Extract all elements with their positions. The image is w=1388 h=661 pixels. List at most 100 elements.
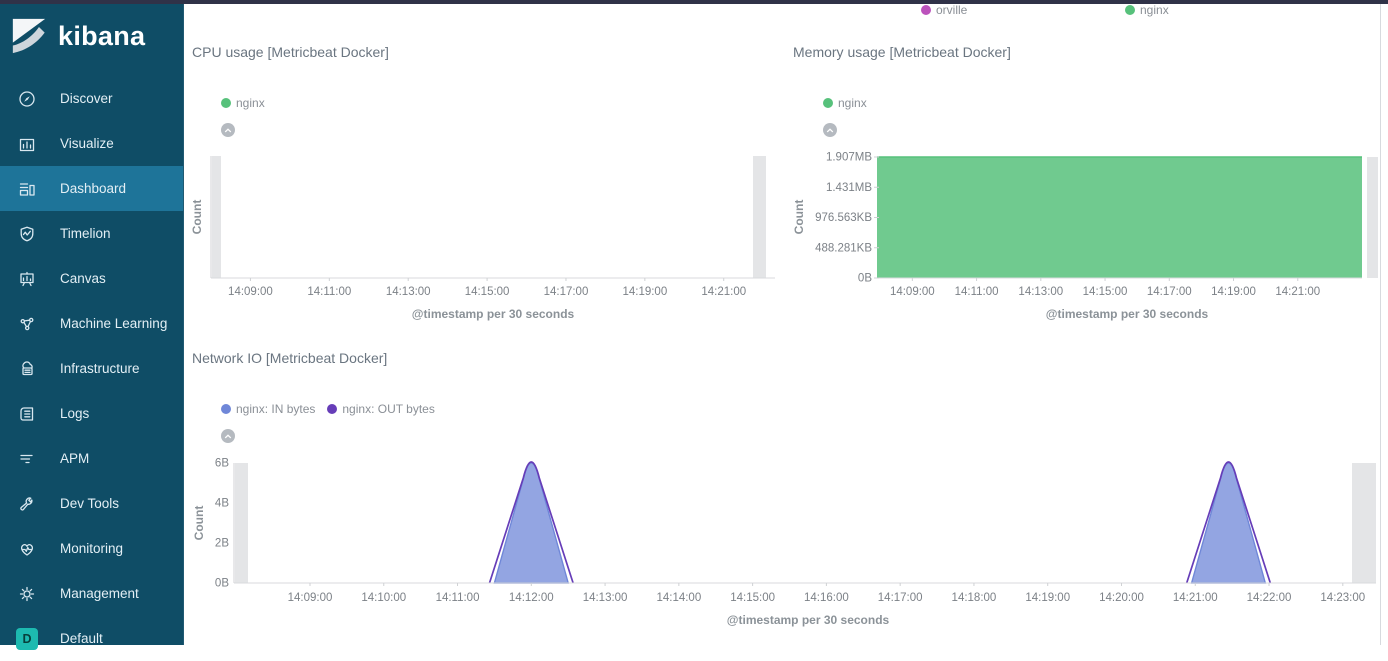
kibana-logo[interactable]: kibana — [0, 0, 183, 56]
cpu-plot-area[interactable] — [211, 156, 775, 278]
legend-color-dot-icon — [221, 98, 231, 108]
scroll-edge-divider — [1380, 4, 1381, 645]
mem-plot-area[interactable] — [877, 157, 1362, 278]
panel-title-memory-usage[interactable]: Memory usage [Metricbeat Docker] — [793, 44, 1011, 60]
apm-lines-icon — [18, 450, 36, 468]
memory-legend: nginx — [823, 96, 867, 110]
net-x-axis-title: @timestamp per 30 seconds — [727, 613, 890, 627]
legend-color-dot-icon — [327, 404, 337, 414]
kibana-logo-text: kibana — [58, 21, 145, 52]
legend-label: nginx — [1140, 3, 1169, 17]
dev-tools-wrench-icon — [18, 495, 36, 513]
sidebar-item-management[interactable]: Management — [0, 571, 183, 616]
kibana-logo-icon — [10, 16, 48, 56]
logs-document-icon — [18, 405, 36, 423]
dashboard-grid-icon — [18, 180, 36, 198]
sidebar-item-label: Dashboard — [60, 181, 126, 196]
canvas-easel-icon — [18, 270, 36, 288]
legend-item-orville[interactable]: orville — [921, 3, 967, 17]
sidebar-item-label: Default — [60, 631, 103, 646]
mem-y-tick-label: 0B — [858, 273, 872, 285]
sidebar-item-dashboard[interactable]: Dashboard — [0, 166, 183, 211]
mem-y-axis-title: Count — [792, 200, 806, 235]
memory-legend-collapse-chevron-icon[interactable] — [823, 123, 837, 137]
sidebar-item-dev-tools[interactable]: Dev Tools — [0, 481, 183, 526]
monitoring-heartbeat-icon — [18, 540, 36, 558]
net-x-tick-label: 14:10:00 — [361, 592, 406, 604]
timelion-shield-icon — [18, 225, 36, 243]
sidebar: kibana Discover Visualize Dashboard Timelio… — [0, 0, 184, 645]
net-y-tick-label: 4B — [215, 498, 229, 510]
legend-item-nginx[interactable]: nginx — [1125, 3, 1169, 17]
net-plot-area[interactable] — [234, 463, 1376, 583]
cpu-x-tick-label: 14:15:00 — [465, 286, 510, 298]
sidebar-item-default[interactable]: DDefault — [0, 616, 183, 661]
net-x-tick-label: 14:23:00 — [1320, 592, 1365, 604]
panel-title-cpu-usage[interactable]: CPU usage [Metricbeat Docker] — [192, 44, 389, 60]
cpu-x-axis-title: @timestamp per 30 seconds — [412, 307, 575, 321]
net-x-tick-label: 14:12:00 — [509, 592, 554, 604]
cpu-x-tick-label: 14:11:00 — [307, 286, 351, 298]
net-x-tick-label: 14:17:00 — [878, 592, 923, 604]
net-x-tick-label: 14:11:00 — [436, 592, 480, 604]
sidebar-item-apm[interactable]: APM — [0, 436, 183, 481]
sidebar-item-label: Discover — [60, 91, 113, 106]
net-y-tick-label: 2B — [215, 538, 229, 550]
sidebar-item-label: Visualize — [60, 136, 114, 151]
mem-x-tick-label: 14:19:00 — [1211, 286, 1256, 298]
sidebar-item-canvas[interactable]: Canvas — [0, 256, 183, 301]
mem-y-tick-label: 1.907MB — [826, 152, 872, 164]
sidebar-item-label: Infrastructure — [60, 361, 140, 376]
sidebar-item-label: Canvas — [60, 271, 106, 286]
network-legend-collapse-chevron-icon[interactable] — [221, 429, 235, 443]
mem-y-tick-label: 976.563KB — [815, 212, 872, 224]
mem-x-axis-title: @timestamp per 30 seconds — [1046, 307, 1209, 321]
cpu-x-tick-label: 14:13:00 — [386, 286, 431, 298]
legend-label: orville — [936, 3, 967, 17]
cpu-y-axis-title: Count — [190, 200, 204, 235]
net-x-tick-label: 14:09:00 — [288, 592, 333, 604]
sidebar-item-label: Management — [60, 586, 139, 601]
sidebar-item-logs[interactable]: Logs — [0, 391, 183, 436]
legend-item-nginx-out-bytes[interactable]: nginx: OUT bytes — [327, 402, 434, 416]
net-y-axis-title: Count — [192, 506, 206, 541]
panel-title-network-io[interactable]: Network IO [Metricbeat Docker] — [192, 350, 387, 366]
net-x-tick-label: 14:18:00 — [952, 592, 997, 604]
mem-x-tick-label: 14:11:00 — [955, 286, 999, 298]
sidebar-item-label: Timelion — [60, 226, 111, 241]
net-y-tick-label: 0B — [215, 578, 229, 590]
mem-x-tick-label: 14:15:00 — [1083, 286, 1128, 298]
dashboard-main: 14:09:00 14:11:00 14:13:00 14:15:00 14:17:00… — [0, 0, 1388, 645]
sidebar-item-label: Logs — [60, 406, 89, 421]
legend-label: nginx — [236, 96, 265, 110]
legend-item-nginx[interactable]: nginx — [823, 96, 867, 110]
legend-item-nginx[interactable]: nginx — [221, 96, 265, 110]
sidebar-item-machine-learning[interactable]: Machine Learning — [0, 301, 183, 346]
sidebar-item-label: Machine Learning — [60, 316, 167, 331]
net-x-tick-label: 14:21:00 — [1173, 592, 1218, 604]
legend-item-nginx-in-bytes[interactable]: nginx: IN bytes — [221, 402, 315, 416]
net-x-tick-label: 14:20:00 — [1099, 592, 1144, 604]
machine-learning-icon — [18, 315, 36, 333]
net-y-tick-label: 6B — [215, 458, 229, 470]
sidebar-item-monitoring[interactable]: Monitoring — [0, 526, 183, 571]
cpu-legend-collapse-chevron-icon[interactable] — [221, 123, 235, 137]
cpu-x-tick-label: 14:17:00 — [544, 286, 589, 298]
mem-y-tick-label: 488.281KB — [815, 242, 872, 254]
net-x-tick-label: 14:22:00 — [1247, 592, 1292, 604]
sidebar-item-visualize[interactable]: Visualize — [0, 121, 183, 166]
dashboard-charts-canvas: 14:09:00 14:11:00 14:13:00 14:15:00 14:17:00… — [0, 0, 1388, 645]
cpu-x-tick-label: 14:21:00 — [701, 286, 746, 298]
mem-x-tick-label: 14:09:00 — [890, 286, 935, 298]
legend-label: nginx: OUT bytes — [342, 402, 434, 416]
mem-x-tick-label: 14:13:00 — [1018, 286, 1063, 298]
mem-x-tick-label: 14:17:00 — [1147, 286, 1192, 298]
sidebar-item-label: Dev Tools — [60, 496, 119, 511]
sidebar-item-infrastructure[interactable]: Infrastructure — [0, 346, 183, 391]
legend-label: nginx — [838, 96, 867, 110]
sidebar-item-discover[interactable]: Discover — [0, 76, 183, 121]
net-x-tick-label: 14:13:00 — [583, 592, 628, 604]
discover-compass-icon — [18, 90, 36, 108]
sidebar-item-timelion[interactable]: Timelion — [0, 211, 183, 256]
sidebar-item-label: APM — [60, 451, 89, 466]
